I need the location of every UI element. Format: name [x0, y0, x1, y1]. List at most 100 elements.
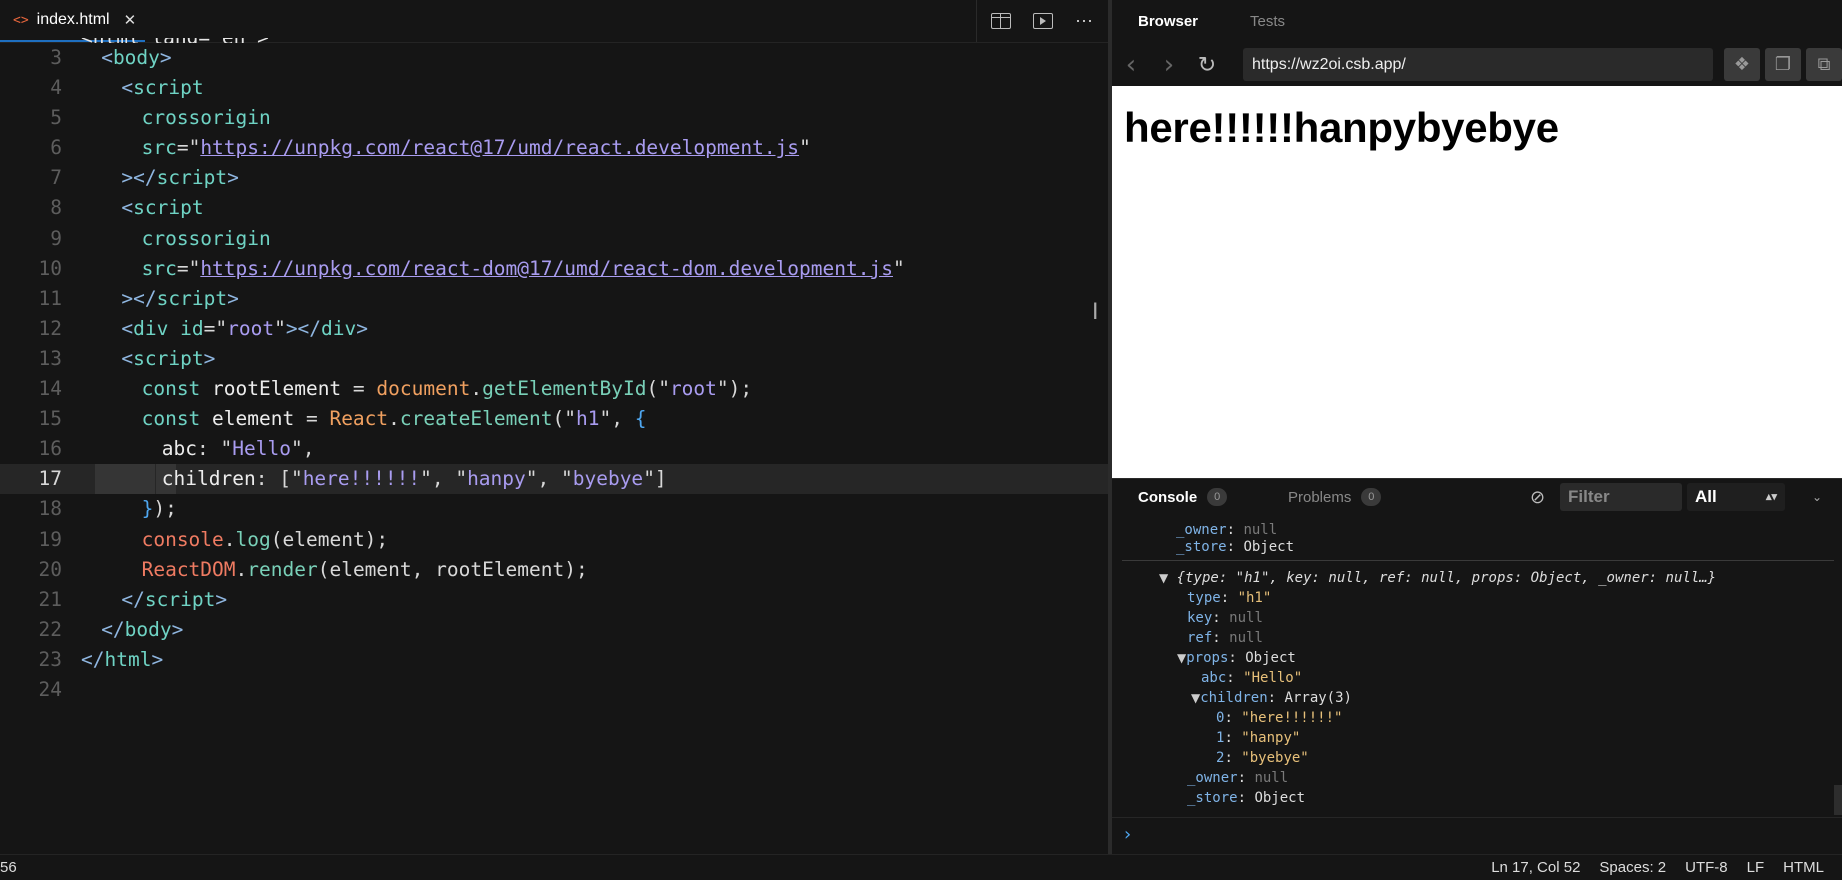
- panel-tabs: Browser Tests: [1112, 0, 1842, 42]
- code-text: crossorigin: [141, 226, 271, 250]
- editor-tab-bar: <> index.html ✕ ⋯: [0, 0, 1108, 43]
- code-text: abc: "Hello",: [161, 437, 315, 461]
- code-line[interactable]: 8 <script: [0, 193, 1108, 223]
- split-editor-icon[interactable]: [991, 13, 1011, 29]
- expand-triangle-icon[interactable]: ▼: [1177, 651, 1186, 665]
- line-number: 13: [38, 346, 62, 370]
- url-input[interactable]: https://wz2oi.csb.app/: [1243, 48, 1713, 81]
- preview-heading: here!!!!!!hanpybyebye: [1124, 104, 1559, 151]
- code-line[interactable]: 16 abc: "Hello",: [0, 434, 1108, 464]
- line-number: 23: [38, 647, 62, 671]
- expand-triangle-icon[interactable]: ▼: [1191, 691, 1200, 705]
- console-line: _store: Object: [1187, 790, 1306, 806]
- console-line: 2: "byebye": [1216, 750, 1309, 766]
- console-line[interactable]: ▼props: Object: [1177, 648, 1296, 668]
- code-file-icon: <>: [13, 12, 29, 28]
- browser-viewport[interactable]: here!!!!!!hanpybyebye: [1112, 86, 1842, 478]
- code-line[interactable]: 24: [0, 675, 1108, 705]
- encoding[interactable]: UTF-8: [1685, 859, 1728, 876]
- tab-browser[interactable]: Browser: [1112, 13, 1224, 30]
- line-number: 18: [38, 497, 62, 521]
- code-line[interactable]: 19 console.log(element);: [0, 525, 1108, 555]
- code-line[interactable]: 6 src="https://unpkg.com/react@17/umd/rea…: [0, 133, 1108, 163]
- code-line[interactable]: 12 <div id="root"></div>: [0, 314, 1108, 344]
- open-preview-icon[interactable]: [1033, 13, 1053, 29]
- code-text: console.log(element);: [141, 527, 389, 551]
- console-line: type: "h1": [1187, 590, 1272, 606]
- code-line[interactable]: 7 ></script>: [0, 163, 1108, 193]
- tab-tests[interactable]: Tests: [1224, 13, 1311, 30]
- code-line[interactable]: 3 <body>: [0, 43, 1108, 73]
- line-number: 8: [50, 196, 62, 220]
- code-text: <div id="root"></div>: [121, 316, 369, 340]
- code-line[interactable]: 4 <script: [0, 73, 1108, 103]
- more-actions-icon[interactable]: ⋯: [1075, 12, 1094, 30]
- clear-console-icon[interactable]: ⊘: [1530, 487, 1545, 508]
- line-number: 15: [38, 407, 62, 431]
- console-log-entry[interactable]: ▼ {type: "h1", key: null, ref: null, pro…: [1159, 568, 1716, 588]
- code-text: ReactDOM.render(element, rootElement);: [141, 557, 588, 581]
- line-number: 6: [50, 136, 62, 160]
- refresh-button[interactable]: ↻: [1188, 53, 1226, 78]
- chevron-down-icon[interactable]: ⌄: [1812, 490, 1822, 504]
- code-line[interactable]: 13 <script>: [0, 344, 1108, 374]
- console-line: _owner: null: [1187, 770, 1289, 786]
- devtools-icon[interactable]: ❖: [1724, 48, 1760, 81]
- code-line[interactable]: 11 ></script>: [0, 284, 1108, 314]
- code-line[interactable]: 14 const rootElement = document.getElemen…: [0, 374, 1108, 404]
- code-line[interactable]: 9 crossorigin: [0, 224, 1108, 254]
- log-level-select[interactable]: All ▴▾: [1687, 483, 1785, 511]
- console-label: Console: [1138, 488, 1198, 506]
- indentation[interactable]: Spaces: 2: [1599, 859, 1666, 876]
- tab-console[interactable]: Console 0: [1138, 488, 1228, 506]
- line-number: 12: [38, 316, 62, 340]
- console-line: 1: "hanpy": [1216, 730, 1301, 746]
- code-line[interactable]: 20 ReactDOM.render(element, rootElement);: [0, 555, 1108, 585]
- code-line[interactable]: 15 const element = React.createElement("h…: [0, 404, 1108, 434]
- line-number: 4: [50, 76, 62, 100]
- line-number: 14: [38, 377, 62, 401]
- console-scrollbar[interactable]: [1834, 785, 1842, 815]
- back-button[interactable]: ‹: [1112, 50, 1150, 80]
- console-filter-input[interactable]: Filter: [1560, 483, 1682, 511]
- cursor-position[interactable]: Ln 17, Col 52: [1491, 859, 1580, 876]
- line-number: 24: [38, 677, 62, 701]
- console-line[interactable]: ▼children: Array(3): [1191, 688, 1352, 708]
- code-text: <body>: [101, 46, 172, 69]
- code-line[interactable]: 5 crossorigin: [0, 103, 1108, 133]
- text-cursor-icon: Ⅰ: [1092, 300, 1099, 325]
- open-new-window-icon[interactable]: ❐: [1765, 48, 1801, 81]
- language-mode[interactable]: HTML: [1783, 859, 1824, 876]
- line-ending[interactable]: LF: [1747, 859, 1765, 876]
- code-text: </html>: [81, 647, 164, 671]
- code-text: src="https://unpkg.com/react-dom@17/umd/…: [141, 256, 905, 280]
- preview-panel: Browser Tests ‹ › ↻ https://wz2oi.csb.ap…: [1112, 0, 1842, 854]
- console-input[interactable]: ›: [1112, 817, 1842, 854]
- pop-out-icon[interactable]: ⧉: [1806, 48, 1842, 81]
- close-tab-icon[interactable]: ✕: [124, 11, 137, 29]
- code-line[interactable]: 22 </body>: [0, 615, 1108, 645]
- console-output[interactable]: _owner: null _store: Object ▼ {type: "h1…: [1112, 515, 1834, 815]
- tab-index-html[interactable]: <> index.html ✕: [0, 0, 145, 42]
- code-editor[interactable]: <> index.html ✕ ⋯ <html lang="en">3<body…: [0, 0, 1108, 854]
- expand-triangle-icon[interactable]: ▼: [1159, 571, 1168, 585]
- tab-problems[interactable]: Problems 0: [1288, 488, 1382, 506]
- line-number: 17: [38, 467, 62, 491]
- forward-button[interactable]: ›: [1150, 50, 1188, 80]
- code-line[interactable]: 17 children: ["here!!!!!!", "hanpy", "bye…: [0, 464, 1108, 495]
- console-line: ref: null: [1187, 630, 1263, 646]
- code-text: ></script>: [121, 166, 239, 190]
- console-line: 0: "here!!!!!!": [1216, 710, 1343, 726]
- console-toolbar: Console 0 Problems 0 ⊘ Filter All ▴▾ ⌄: [1112, 478, 1842, 515]
- code-area[interactable]: <html lang="en">3<body>4<script5crossori…: [0, 38, 1108, 705]
- code-line[interactable]: 18});: [0, 494, 1108, 524]
- code-text: <script: [121, 76, 204, 100]
- code-line[interactable]: 10 src="https://unpkg.com/react-dom@17/um…: [0, 254, 1108, 284]
- line-number: 5: [50, 106, 62, 130]
- code-text: const rootElement = document.getElementB…: [141, 377, 753, 401]
- line-number: 16: [38, 437, 62, 461]
- code-line[interactable]: 21 </script>: [0, 585, 1108, 615]
- code-line[interactable]: 23 </html>: [0, 645, 1108, 675]
- console-line: _store: Object: [1176, 539, 1295, 555]
- code-text: </body>: [101, 617, 184, 641]
